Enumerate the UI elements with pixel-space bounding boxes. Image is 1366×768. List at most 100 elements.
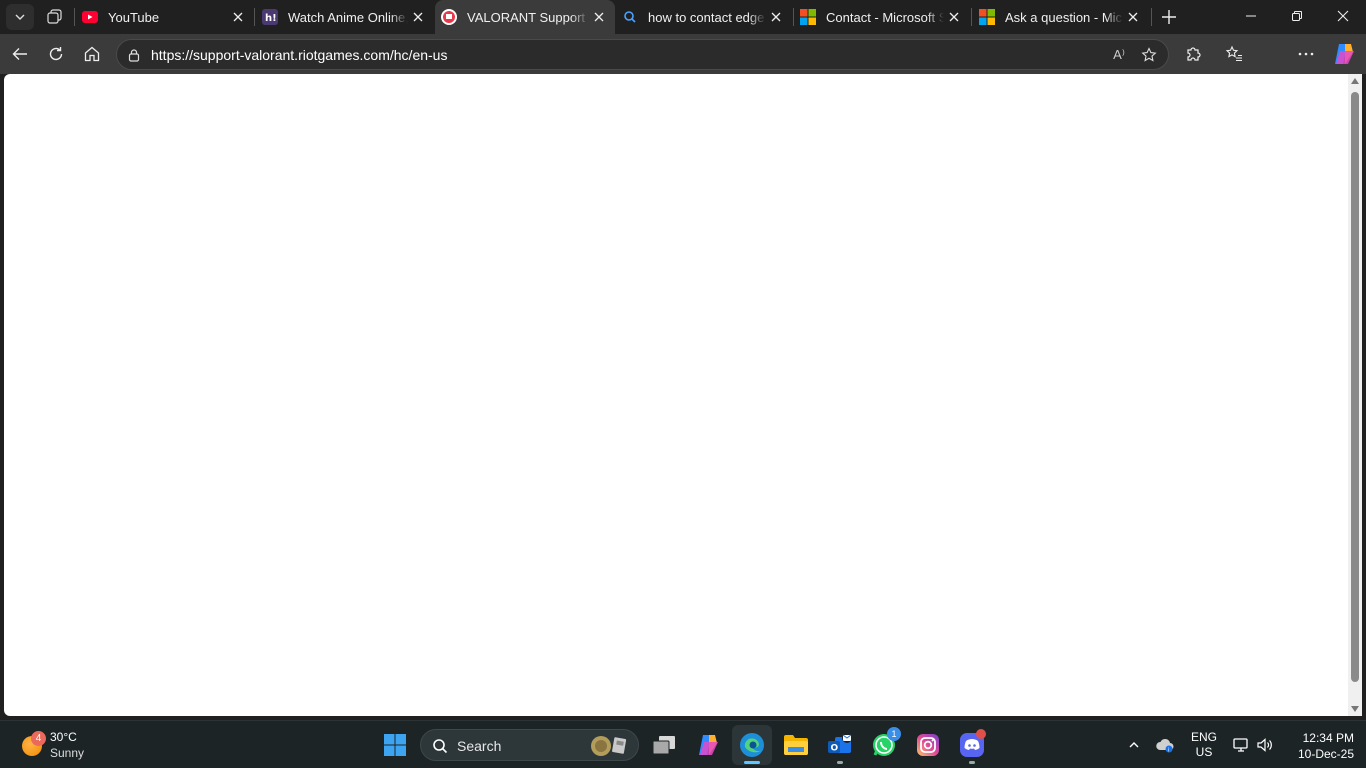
network-icon [1233, 738, 1248, 752]
tab-hianime[interactable]: h! Watch Anime Online, F [256, 0, 434, 34]
tab-valorant-support[interactable]: VALORANT Support [435, 0, 615, 34]
start-button[interactable] [375, 725, 415, 765]
onedrive-tray-button[interactable]: i [1154, 731, 1176, 759]
favorites-button[interactable] [1220, 40, 1248, 68]
tab-title: Watch Anime Online, F [288, 9, 408, 25]
copilot-button[interactable] [1330, 40, 1358, 68]
workspaces-button[interactable] [42, 4, 68, 30]
outlook-icon: O [828, 733, 852, 754]
search-label: Search [457, 738, 502, 754]
close-icon [1337, 10, 1349, 22]
lang-line-2: US [1195, 745, 1213, 759]
youtube-icon [82, 9, 98, 25]
scroll-up-icon[interactable] [1351, 78, 1359, 84]
copilot-app[interactable] [688, 725, 728, 765]
edge-app[interactable] [732, 725, 772, 765]
svg-text:O: O [831, 744, 839, 754]
whatsapp-badge: 1 [887, 727, 901, 741]
site-info-lock-icon[interactable] [125, 46, 143, 64]
running-indicator [969, 761, 975, 764]
copilot-icon [1335, 44, 1354, 64]
vertical-scrollbar[interactable] [1348, 74, 1362, 716]
copilot-icon [699, 735, 718, 755]
tab-youtube[interactable]: YouTube [76, 0, 254, 34]
tab-title: YouTube [108, 9, 160, 25]
tab-microsoft-contact[interactable]: Contact - Microsoft Su [794, 0, 970, 34]
tab-strip: YouTube h! Watch Anime Online, F VALORAN… [0, 0, 1366, 34]
back-button[interactable] [6, 40, 34, 68]
discord-app[interactable] [952, 725, 992, 765]
close-tab-icon[interactable] [408, 7, 428, 27]
restore-icon [1292, 11, 1302, 21]
web-page-content[interactable] [4, 74, 1348, 716]
scroll-down-icon[interactable] [1351, 706, 1359, 712]
instagram-app[interactable] [908, 725, 948, 765]
tab-title: Ask a question - Micro [1005, 9, 1123, 25]
volume-tray-button[interactable] [1254, 731, 1276, 759]
discord-notification-dot [976, 729, 986, 739]
settings-more-button[interactable] [1292, 40, 1320, 68]
minimize-icon [1246, 15, 1256, 17]
search-icon [622, 9, 638, 25]
address-bar[interactable]: https://support-valorant.riotgames.com/h… [116, 39, 1169, 70]
show-hidden-icons-button[interactable] [1124, 731, 1144, 759]
weather-condition: Sunny [50, 746, 85, 760]
tab-separator [971, 8, 972, 26]
url-text[interactable]: https://support-valorant.riotgames.com/h… [151, 47, 447, 63]
weather-widget[interactable]: 4 30°C Sunny [14, 727, 134, 763]
outlook-app[interactable]: O [820, 725, 860, 765]
weather-badge: 4 [31, 731, 46, 746]
clock-date: 10-Dec-25 [1297, 747, 1354, 761]
network-tray-button[interactable] [1230, 731, 1252, 759]
input-language-indicator[interactable]: ENG US [1186, 730, 1222, 760]
tab-actions-menu-button[interactable] [6, 4, 34, 30]
tab-separator [254, 8, 255, 26]
clock-time: 12:34 PM [1302, 731, 1354, 745]
close-tab-icon[interactable] [1123, 7, 1143, 27]
microsoft-icon [979, 9, 995, 25]
tab-separator [74, 8, 75, 26]
lang-line-1: ENG [1190, 730, 1217, 744]
tab-title: Contact - Microsoft Su [826, 9, 944, 25]
system-clock[interactable]: 12:34 PM 10-Dec-25 [1282, 730, 1354, 762]
star-icon[interactable] [1139, 45, 1159, 65]
plus-icon [1162, 10, 1176, 24]
tab-title: VALORANT Support [467, 9, 586, 25]
home-icon [84, 46, 100, 62]
scroll-thumb[interactable] [1351, 92, 1359, 682]
windows-logo-icon [384, 734, 406, 756]
task-view-button[interactable] [644, 725, 684, 765]
favorites-list-icon [1225, 45, 1242, 62]
new-tab-button[interactable] [1156, 4, 1182, 30]
arrow-left-icon [12, 48, 27, 60]
tab-microsoft-question[interactable]: Ask a question - Micro [973, 0, 1149, 34]
refresh-button[interactable] [42, 40, 70, 68]
minimize-button[interactable] [1228, 0, 1274, 32]
close-window-button[interactable] [1320, 0, 1366, 32]
search-highlight-icon [589, 734, 633, 758]
close-tab-icon[interactable] [766, 7, 786, 27]
weather-temp: 30°C [50, 730, 77, 744]
file-explorer-app[interactable] [776, 725, 816, 765]
microsoft-icon [800, 9, 816, 25]
read-aloud-icon[interactable]: A⁾ [1109, 45, 1129, 65]
running-indicator [744, 761, 760, 764]
tab-title: how to contact edge s [648, 9, 766, 25]
hianime-icon: h! [262, 9, 278, 25]
ellipsis-icon [1298, 52, 1314, 56]
home-button[interactable] [78, 40, 106, 68]
tab-search[interactable]: how to contact edge s [616, 0, 792, 34]
svg-text:h!: h! [265, 13, 277, 24]
chevron-up-icon [1129, 742, 1139, 748]
folder-icon [784, 735, 808, 755]
restore-button[interactable] [1274, 0, 1320, 32]
close-tab-icon[interactable] [228, 7, 248, 27]
extensions-button[interactable] [1179, 40, 1207, 68]
taskbar-search-box[interactable]: Search [420, 729, 639, 761]
running-indicator [837, 761, 843, 764]
whatsapp-app[interactable]: 1 [864, 725, 904, 765]
close-tab-icon[interactable] [589, 7, 609, 27]
riot-icon [441, 9, 457, 25]
browser-toolbar: https://support-valorant.riotgames.com/h… [0, 34, 1366, 100]
close-tab-icon[interactable] [944, 7, 964, 27]
